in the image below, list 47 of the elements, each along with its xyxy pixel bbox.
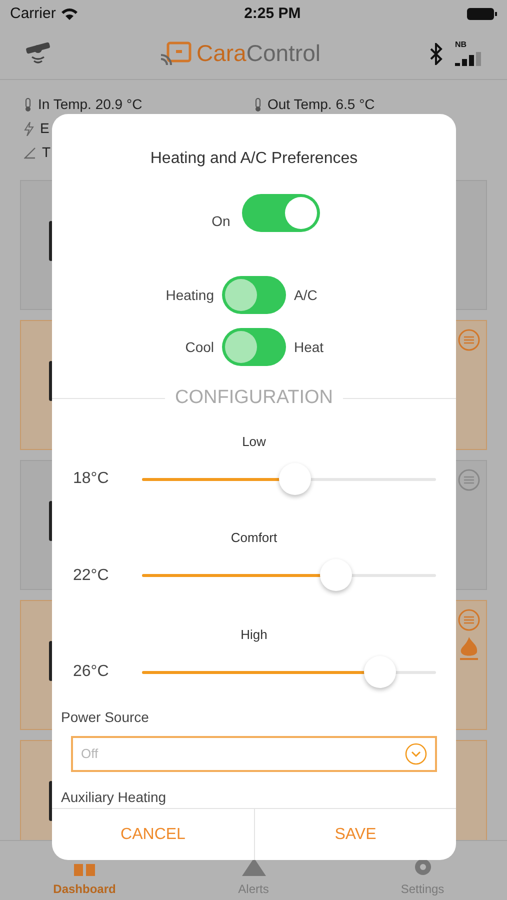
temperature-reading: 18°C: [73, 469, 110, 489]
dialog-button[interactable]: SAVE: [254, 809, 456, 860]
temperature-reading: 26°C: [73, 662, 110, 682]
carrier-label: Carrier: [10, 4, 56, 24]
toggle-switch[interactable]: [222, 276, 286, 314]
slider-label: Low: [242, 432, 266, 450]
slider-thumb[interactable]: [320, 559, 352, 591]
sliders-icon[interactable]: [458, 329, 480, 351]
lightning-icon: [24, 122, 34, 136]
bluetooth-icon: [428, 42, 443, 64]
temperature-reading: 22°C: [73, 566, 110, 586]
warning-icon: [242, 858, 266, 876]
thermometer-icon: [24, 98, 32, 112]
thermometer-icon: [254, 98, 262, 112]
brand-logo: CaraControl: [196, 39, 320, 68]
toggle-switch[interactable]: [242, 194, 320, 232]
reading-text: E: [40, 119, 50, 138]
slider-thumb[interactable]: [364, 656, 396, 688]
switch-label: Heat: [294, 338, 325, 356]
power-source-select[interactable]: Off: [71, 736, 437, 772]
reading-text: In Temp. 20.9 °C: [38, 95, 142, 114]
logo-icon: [160, 40, 194, 66]
switch-label: Heating: [166, 286, 214, 305]
toggle-switch[interactable]: [222, 328, 286, 366]
sliders-icon[interactable]: [458, 609, 480, 631]
switch-label: Cool: [185, 338, 214, 356]
signal-icon: [454, 52, 483, 66]
dialog-title: Heating and A/C Preferences: [150, 149, 358, 169]
clock-time: 2:25 PM: [244, 4, 301, 24]
field-label: Power Source: [61, 708, 150, 727]
section-heading: CONFIGURATION: [175, 386, 333, 410]
slider-label: High: [240, 626, 268, 644]
sliders-icon[interactable]: [458, 469, 480, 491]
angle-icon: [24, 146, 36, 158]
switch-label: On: [212, 212, 230, 230]
wifi-icon: [60, 8, 78, 20]
dashboard-icon: [74, 862, 96, 876]
switch-label: A/C: [294, 286, 318, 304]
network-label: NB: [454, 38, 467, 50]
reading-text: T: [42, 143, 51, 162]
slider-thumb[interactable]: [278, 462, 311, 494]
reading-text: Out Temp. 6.5 °C: [268, 95, 375, 114]
battery-icon: [466, 8, 497, 20]
chevron-down-icon: [405, 743, 427, 765]
slider-label: Comfort: [230, 529, 278, 547]
field-label: Auxiliary Heating: [61, 788, 168, 807]
satellite-icon: [24, 40, 52, 66]
